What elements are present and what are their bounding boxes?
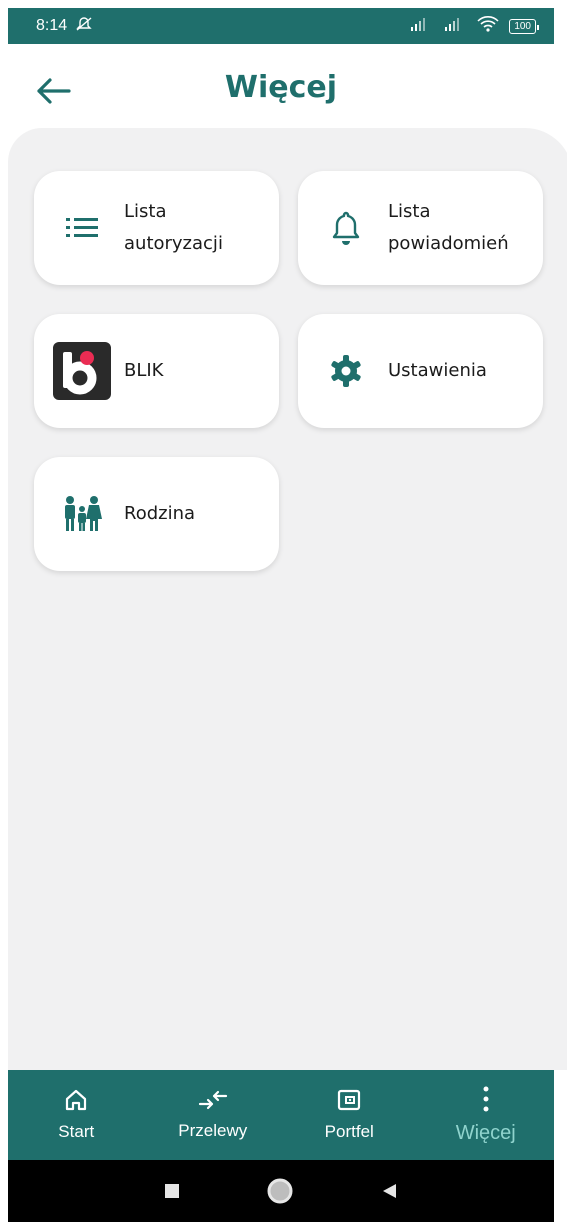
bell-icon — [316, 210, 376, 246]
tile-family[interactable]: Rodzina — [34, 457, 279, 571]
bottom-navigation: Start Przelewy Portfel Więcej — [8, 1070, 554, 1160]
signal-icon-2 — [443, 17, 467, 36]
system-navigation — [8, 1160, 554, 1222]
nav-wallet[interactable]: Portfel — [281, 1088, 417, 1142]
tile-label: BLIK — [124, 360, 164, 381]
blik-logo — [52, 342, 112, 400]
do-not-disturb-icon — [75, 16, 93, 37]
square-icon — [165, 1184, 179, 1198]
signal-icon — [409, 17, 433, 36]
more-vertical-icon — [483, 1086, 489, 1111]
transfer-icon — [198, 1090, 227, 1110]
status-time: 8:14 — [36, 17, 68, 34]
status-bar: 8:14 100 — [8, 8, 554, 44]
family-icon — [52, 494, 112, 534]
home-icon — [66, 1089, 87, 1111]
menu-grid: Lista autoryzacji Lista powiadomień BLIK — [8, 128, 567, 1070]
gear-icon — [316, 353, 376, 389]
triangle-back-icon — [383, 1184, 396, 1198]
status-left: 8:14 — [36, 16, 93, 37]
nav-more[interactable]: Więcej — [418, 1086, 554, 1145]
home-button[interactable] — [266, 1177, 294, 1205]
wifi-icon — [477, 15, 499, 37]
nav-label: Portfel — [324, 1122, 374, 1141]
wallet-icon — [338, 1089, 361, 1111]
tile-blik[interactable]: BLIK — [34, 314, 279, 428]
nav-transfers[interactable]: Przelewy — [145, 1089, 281, 1141]
nav-label: Więcej — [455, 1121, 516, 1144]
list-icon — [52, 215, 112, 241]
tile-label: Lista powiadomień — [388, 201, 509, 254]
tile-label: Rodzina — [124, 503, 196, 524]
nav-label: Przelewy — [178, 1121, 248, 1140]
status-right: 100 — [409, 15, 539, 37]
nav-start[interactable]: Start — [8, 1088, 144, 1142]
circle-icon — [267, 1178, 293, 1204]
tile-settings[interactable]: Ustawienia — [298, 314, 543, 428]
back-system-button[interactable] — [380, 1182, 398, 1200]
page-title: Więcej — [224, 70, 338, 105]
tile-label: Ustawienia — [388, 360, 487, 381]
battery-indicator: 100 — [509, 18, 539, 34]
tile-authorization-list[interactable]: Lista autoryzacji — [34, 171, 279, 285]
tile-notification-list[interactable]: Lista powiadomień — [298, 171, 543, 285]
top-header: Więcej — [8, 44, 554, 130]
recents-button[interactable] — [164, 1183, 180, 1199]
nav-label: Start — [58, 1122, 95, 1141]
tile-label: Lista autoryzacji — [124, 201, 223, 254]
